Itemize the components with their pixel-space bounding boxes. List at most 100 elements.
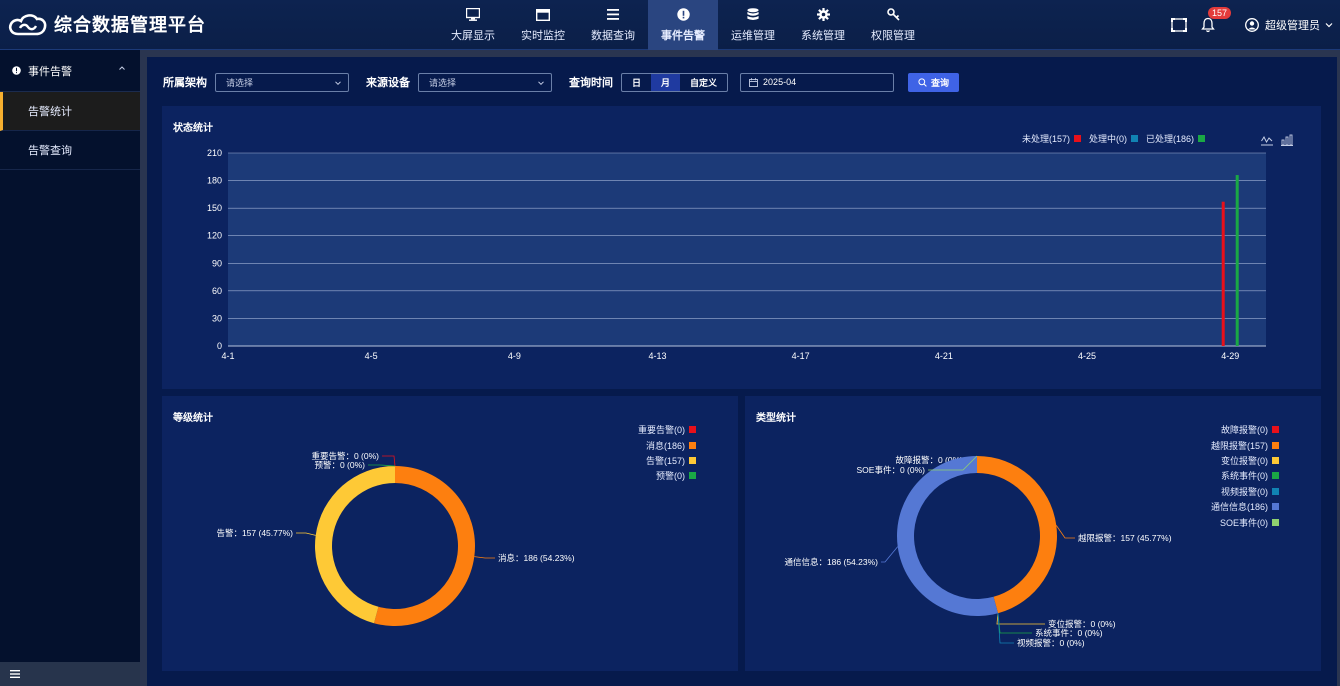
label-line — [474, 556, 495, 559]
nav-label: 权限管理 — [871, 29, 915, 42]
nav-ops-management[interactable]: 运维管理 — [718, 0, 788, 50]
month-picker[interactable]: 2025-04 — [740, 72, 895, 92]
month-value: 2025-04 — [763, 77, 797, 87]
y-tick-label: 120 — [207, 231, 222, 241]
app-title: 综合数据管理平台 — [54, 15, 206, 35]
sidebar-collapse-button[interactable] — [0, 662, 140, 686]
type-stat-panel: 类型统计 故障报警(0) 越限报警(157) 变位报警(0) 系统事件(0) 视频报警(… — [745, 396, 1321, 671]
label-line — [382, 455, 396, 467]
nav-dashboard[interactable]: 大屏显示 — [438, 0, 508, 50]
seg-month[interactable]: 月 — [651, 73, 681, 91]
device-select[interactable]: 请选择 — [418, 72, 552, 92]
label-line — [296, 532, 316, 536]
slice-label: 消息：186 (54.23%) — [498, 553, 575, 563]
y-tick-label: 0 — [217, 341, 222, 351]
fullscreen-icon[interactable] — [1171, 18, 1187, 32]
sidebar-group-event-alarm[interactable]: 事件告警 — [0, 50, 140, 92]
nav-permission-management[interactable]: 权限管理 — [858, 0, 928, 50]
type-donut-chart: 故障报警：0 (0%)越限报警：157 (45.77%)变位报警：0 (0%)系… — [784, 455, 1171, 648]
nav-event-alarm[interactable]: 事件告警 — [648, 0, 718, 50]
x-tick-label: 4-21 — [935, 351, 953, 361]
slice-label: 视频报警：0 (0%) — [1017, 638, 1085, 648]
nav-label: 数据查询 — [591, 29, 635, 42]
sidebar-item-alarm-query[interactable]: 告警查询 — [0, 131, 140, 170]
nav-label: 事件告警 — [661, 29, 705, 42]
level-stat-panel: 等级统计 重要告警(0) 消息(186) 告警(157) 预警(0) 重要告警：0 (… — [162, 396, 738, 671]
alert-icon — [676, 8, 690, 22]
x-tick-label: 4-1 — [221, 351, 234, 361]
x-tick-label: 4-13 — [649, 351, 667, 361]
slice-消息 — [373, 466, 475, 626]
org-label: 所属架构 — [163, 77, 207, 89]
slice-label: 预警：0 (0%) — [314, 460, 365, 470]
window-icon — [536, 8, 550, 22]
key-icon — [886, 8, 900, 22]
x-tick-label: 4-9 — [508, 351, 521, 361]
main-nav: 大屏显示 实时监控 数据查询 事件告警 运维管理 系统管理 权限管理 — [438, 0, 928, 50]
sidebar-item-label: 告警查询 — [28, 145, 72, 157]
label-line — [1055, 525, 1075, 539]
bar-已处理 — [1235, 175, 1239, 346]
notification-badge: 157 — [1208, 7, 1232, 19]
chevron-up-icon — [119, 66, 125, 70]
label-line — [997, 613, 1032, 634]
y-tick-label: 60 — [212, 286, 222, 296]
chevron-down-icon — [1325, 23, 1333, 28]
status-bar-chart: 0 30 60 90 120 150 180 210 4-1 4-5 4-9 4-13 4-17 4-21… — [207, 148, 1266, 361]
nav-realtime-monitor[interactable]: 实时监控 — [508, 0, 578, 50]
nav-label: 大屏显示 — [451, 29, 495, 42]
seg-custom[interactable]: 自定义 — [680, 74, 727, 91]
query-button-label: 查询 — [931, 77, 950, 88]
label-line — [996, 613, 1045, 625]
filter-bar: 所属架构 请选择 来源设备 请选择 查询时间 日 月 自定义 2025-04 查… — [163, 72, 960, 92]
user-menu[interactable]: 超级管理员 — [1245, 17, 1334, 33]
query-button[interactable]: 查询 — [908, 72, 960, 92]
user-name: 超级管理员 — [1265, 20, 1320, 32]
calendar-icon — [749, 77, 758, 87]
slice-通信信息 — [897, 456, 999, 616]
slice-label: 系统事件：0 (0%) — [1035, 628, 1103, 638]
y-tick-label: 90 — [212, 258, 222, 268]
label-line — [881, 546, 899, 563]
slice-label: SOE事件：0 (0%) — [857, 465, 926, 475]
org-select-placeholder: 请选择 — [226, 77, 254, 88]
sidebar-item-label: 告警统计 — [28, 106, 72, 118]
sidebar: 事件告警 告警统计 告警查询 — [0, 50, 140, 686]
nav-label: 实时监控 — [521, 29, 565, 42]
slice-越限报警 — [977, 456, 1057, 614]
nav-data-query[interactable]: 数据查询 — [578, 0, 648, 50]
header-actions: 157 超级管理员 — [1171, 0, 1340, 50]
sidebar-group-label: 事件告警 — [28, 65, 72, 78]
alert-icon — [12, 66, 21, 75]
logo: 综合数据管理平台 — [6, 10, 206, 38]
nav-system-management[interactable]: 系统管理 — [788, 0, 858, 50]
time-label: 查询时间 — [569, 77, 613, 89]
level-donut-chart: 重要告警：0 (0%)消息：186 (54.23%)告警：157 (45.77%… — [216, 451, 575, 626]
nav-label: 系统管理 — [801, 29, 845, 42]
chevron-down-icon — [538, 80, 544, 85]
search-icon — [918, 77, 927, 87]
bell-icon — [1201, 17, 1215, 33]
top-header: 综合数据管理平台 大屏显示 实时监控 数据查询 事件告警 运维管理 系统管理 权… — [0, 0, 1340, 50]
chevron-down-icon — [335, 80, 341, 85]
menu-icon — [10, 670, 20, 678]
content-area: 所属架构 请选择 来源设备 请选择 查询时间 日 月 自定义 2025-04 查… — [147, 57, 1337, 686]
y-tick-label: 180 — [207, 176, 222, 186]
notification-button[interactable]: 157 — [1201, 7, 1232, 33]
nav-label: 运维管理 — [731, 29, 775, 42]
org-select[interactable]: 请选择 — [215, 72, 349, 92]
label-line — [368, 464, 396, 467]
device-select-placeholder: 请选择 — [429, 77, 457, 88]
x-tick-label: 4-29 — [1221, 351, 1239, 361]
time-granularity-toggle: 日 月 自定义 — [621, 72, 729, 92]
label-line — [997, 613, 1014, 644]
gear-icon — [816, 8, 830, 22]
slice-label: 告警：157 (45.77%) — [216, 528, 293, 538]
y-tick-label: 30 — [212, 313, 222, 323]
cloud-logo-icon — [8, 14, 47, 36]
seg-day[interactable]: 日 — [622, 74, 651, 91]
slice-label: 通信信息：186 (54.23%) — [784, 557, 878, 567]
y-tick-label: 150 — [207, 203, 222, 213]
list-icon — [606, 8, 620, 22]
sidebar-item-alarm-statistics[interactable]: 告警统计 — [0, 92, 140, 131]
